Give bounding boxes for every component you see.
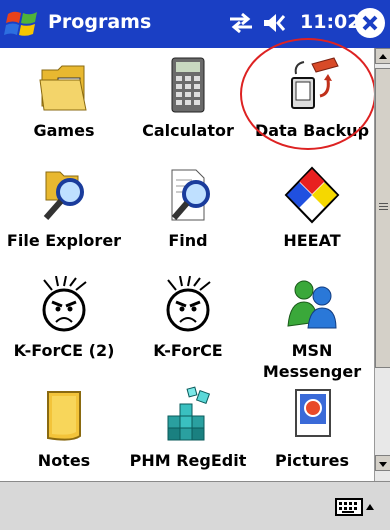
notes-icon (47, 391, 81, 441)
scroll-thumb[interactable] (375, 68, 390, 368)
regedit-cubes-icon (167, 386, 211, 441)
program-heeat[interactable]: HEEAT (250, 166, 374, 251)
windows-start-icon[interactable] (4, 8, 42, 42)
hazard-diamond-icon (284, 166, 340, 224)
program-label: K-ForCE (153, 341, 223, 360)
pictures-icon (295, 389, 331, 437)
program-label: K-ForCE (2) (13, 341, 115, 360)
msn-messenger-icon (287, 280, 337, 329)
menu-bar (0, 481, 390, 530)
close-icon[interactable] (355, 8, 385, 38)
program-label: MSN Messenger (262, 341, 362, 381)
volume-icon[interactable] (262, 12, 292, 34)
games-folder-icon: ♠ (39, 65, 87, 111)
calculator-icon (171, 57, 205, 113)
program-find[interactable]: Find (126, 166, 250, 251)
arrow-down-icon (379, 462, 387, 467)
program-file-explorer[interactable]: File Explorer (2, 166, 126, 251)
arrow-up-icon (379, 54, 387, 59)
kforce-face-icon (166, 276, 211, 332)
clock[interactable]: 11:02 (300, 11, 360, 33)
program-label: PHM RegEdit (129, 451, 247, 470)
program-msn-messenger[interactable]: MSN Messenger (250, 276, 374, 382)
program-label: Notes (37, 451, 91, 470)
program-label: File Explorer (6, 231, 122, 250)
program-label: Pictures (275, 451, 349, 470)
program-calculator[interactable]: Calculator (126, 56, 250, 141)
program-label: Find (168, 231, 208, 250)
scroll-up-button[interactable] (375, 48, 390, 64)
program-kforce-2[interactable]: K-ForCE (2) (2, 276, 126, 361)
program-label: HEEAT (283, 231, 341, 250)
kforce-face-icon (42, 276, 87, 332)
highlight-circle (240, 38, 376, 150)
program-games[interactable]: ♠ Games (2, 56, 126, 141)
programs-list: ♠ Games Calculator Data Backup (0, 38, 376, 481)
vertical-scrollbar[interactable] (374, 48, 390, 481)
program-notes[interactable]: Notes (2, 386, 126, 471)
program-kforce[interactable]: K-ForCE (126, 276, 250, 361)
program-label: Calculator (142, 121, 234, 140)
program-phm-regedit[interactable]: PHM RegEdit (126, 386, 250, 471)
program-label: Games (33, 121, 95, 140)
file-explorer-icon (43, 171, 84, 220)
window-title: Programs (48, 11, 152, 33)
connectivity-icon[interactable] (228, 12, 254, 34)
find-icon (171, 169, 210, 221)
program-pictures[interactable]: Pictures (250, 386, 374, 471)
keyboard-icon[interactable] (334, 496, 374, 518)
scroll-down-button[interactable] (375, 455, 390, 471)
